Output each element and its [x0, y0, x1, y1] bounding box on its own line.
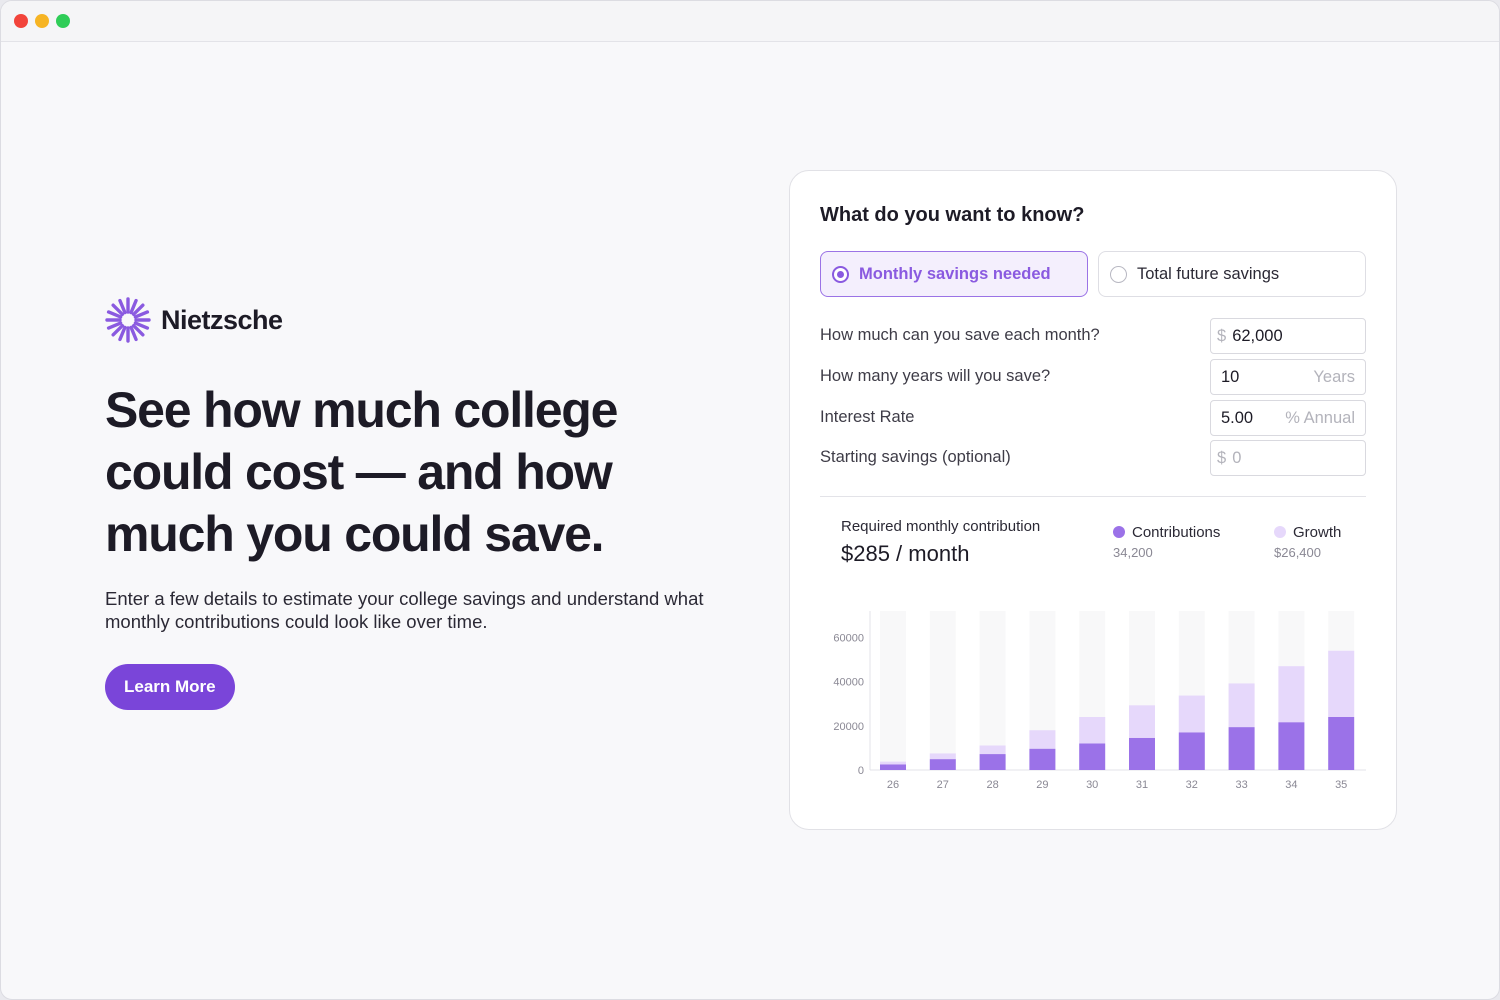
interest-rate-row: Interest Rate 5.00 % Annual: [820, 400, 1366, 436]
x-tick-label: 31: [1136, 779, 1148, 791]
hero-section: Nietzsche See how much college could cos…: [105, 297, 745, 710]
bar-growth: [979, 745, 1006, 755]
x-tick-label: 34: [1285, 779, 1297, 791]
bar-contributions: [1029, 748, 1056, 770]
x-tick-label: 29: [1036, 779, 1048, 791]
result-label: Required monthly contribution: [841, 518, 1041, 535]
sunburst-logo-icon: [105, 297, 151, 343]
bar-track: [929, 611, 956, 770]
x-tick-label: 28: [986, 779, 998, 791]
unit-suffix: Years: [1313, 367, 1355, 386]
option-label: Monthly savings needed: [859, 264, 1051, 283]
field-label: Interest Rate: [820, 408, 915, 426]
field-value: 5.00: [1221, 408, 1254, 427]
legend-label: Growth: [1293, 524, 1342, 541]
legend-label: Contributions: [1132, 524, 1221, 541]
contributions-swatch: [1113, 526, 1125, 538]
hero-description: Enter a few details to estimate your col…: [105, 588, 704, 632]
bar-growth: [1328, 650, 1355, 717]
x-tick-label: 26: [887, 779, 899, 791]
bar-growth: [1228, 683, 1255, 728]
field-value: 62,000: [1232, 326, 1283, 345]
minimize-window-button[interactable]: [35, 14, 49, 28]
years-input[interactable]: 10 Years: [1210, 359, 1366, 395]
x-tick-label: 32: [1186, 779, 1198, 791]
calculator-title: What do you want to know?: [820, 204, 1085, 226]
field-label: How much can you save each month?: [820, 326, 1100, 344]
savings-bar-chart: 0 20000 40000 60000 26 27 28 29 30 31 32 33 34 35: [833, 611, 1366, 791]
field-placeholder: 0: [1232, 448, 1242, 467]
starting-savings-input[interactable]: $ 0: [1210, 440, 1366, 476]
brand-name: Nietzsche: [161, 304, 283, 335]
radio-unselected-icon: [1110, 265, 1127, 283]
bar-contributions: [929, 759, 956, 770]
close-window-button[interactable]: [14, 14, 28, 28]
growth-swatch: [1274, 526, 1286, 538]
hero-headline: See how much college could cost — and ho…: [105, 382, 618, 562]
x-tick-label: 30: [1086, 779, 1098, 791]
field-label: How many years will you save?: [820, 367, 1051, 385]
starting-savings-row: Starting savings (optional) $ 0: [820, 440, 1366, 476]
bar-growth: [1178, 695, 1205, 733]
field-label: Starting savings (optional): [820, 448, 1011, 466]
y-tick-label: 0: [858, 765, 864, 777]
maximize-window-button[interactable]: [56, 14, 70, 28]
bar-growth: [1079, 717, 1106, 744]
browser-window: Nietzsche See how much college could cos…: [0, 0, 1500, 1000]
currency-prefix: $: [1217, 448, 1227, 467]
legend-growth-value: $26,400: [1274, 545, 1321, 560]
currency-prefix: $: [1217, 326, 1227, 345]
x-tick-label: 33: [1235, 779, 1247, 791]
option-label: Total future savings: [1137, 264, 1280, 283]
x-tick-label: 27: [937, 779, 949, 791]
option-monthly-savings-needed[interactable]: Monthly savings needed: [820, 251, 1088, 297]
x-tick-label: 35: [1335, 779, 1347, 791]
bar-contributions: [979, 754, 1006, 770]
radio-selected-icon: [832, 265, 849, 283]
monthly-savings-row: How much can you save each month? $ 62,0…: [820, 318, 1366, 354]
bar-growth: [1029, 730, 1056, 749]
divider: [820, 496, 1366, 497]
bar-growth: [880, 761, 906, 765]
bar-contributions: [1178, 732, 1205, 770]
legend-contributions: Contributions: [1113, 524, 1220, 541]
interest-rate-input[interactable]: 5.00 % Annual: [1210, 400, 1366, 436]
learn-more-button[interactable]: Learn More: [105, 664, 235, 710]
bar-contributions: [880, 764, 906, 770]
legend-contributions-value: 34,200: [1113, 545, 1153, 560]
y-tick-label: 20000: [833, 721, 864, 733]
bar-growth: [1129, 705, 1155, 738]
y-tick-label: 40000: [833, 677, 864, 689]
bar-contributions: [1079, 743, 1106, 770]
bar-contributions: [1228, 727, 1255, 770]
bar-contributions: [1328, 717, 1355, 770]
bar-growth: [929, 753, 956, 760]
bar-track: [880, 611, 906, 770]
years-row: How many years will you save? 10 Years: [820, 359, 1366, 395]
result-value: $285 / month: [841, 541, 970, 566]
legend-growth: Growth: [1274, 524, 1341, 541]
field-value: 10: [1221, 367, 1240, 386]
option-total-future-savings[interactable]: Total future savings: [1098, 251, 1366, 297]
y-tick-label: 60000: [833, 633, 864, 645]
title-bar: [1, 1, 1499, 42]
brand: Nietzsche: [105, 297, 745, 343]
bar-growth: [1278, 666, 1305, 723]
monthly-savings-input[interactable]: $ 62,000: [1210, 318, 1366, 354]
savings-calculator-card: What do you want to know? Monthly saving…: [789, 170, 1397, 830]
unit-suffix: % Annual: [1285, 408, 1355, 427]
bar-contributions: [1278, 722, 1305, 770]
bar-contributions: [1129, 737, 1155, 770]
